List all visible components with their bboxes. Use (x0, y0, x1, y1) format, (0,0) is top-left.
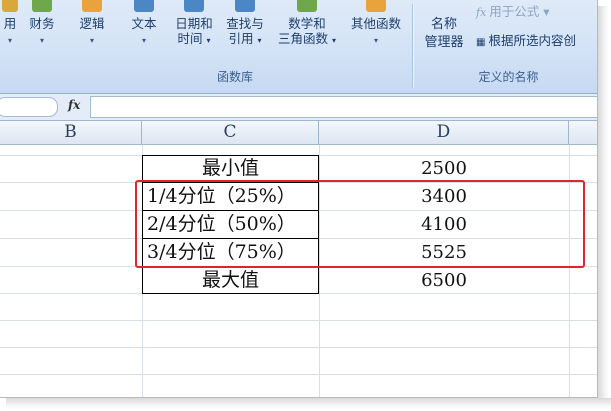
dropdown-arrow-icon: ▾ (206, 36, 211, 45)
cell-d-min[interactable]: 2500 (319, 155, 569, 182)
use-in-formula-icon: fx (476, 6, 487, 19)
column-header-b[interactable]: B (0, 121, 142, 144)
ribbon-button-more-functions[interactable]: 其他函数 ▾ (344, 0, 408, 48)
ribbon-button-label: 文本 (131, 16, 157, 31)
dropdown-arrow-icon: ▾ (141, 36, 146, 45)
group-label-function-library: 函数库 (216, 70, 253, 84)
cell-d-max[interactable]: 6500 (319, 267, 569, 294)
ribbon-button-label: 其他函数 (350, 16, 401, 31)
excel-window: 用 ▾ 财务 ▾ 逻辑 ▾ 文本 ▾ 日期和 时间 ▾ 查找与 引用 ▾ 数学和… (0, 0, 598, 398)
ribbon-button-logical[interactable]: 逻辑 ▾ (74, 0, 110, 48)
ribbon-button-label: 用 (3, 16, 17, 31)
ribbon-button-text[interactable]: 文本 ▾ (126, 0, 162, 48)
cell-c-max[interactable]: 最大值 (142, 267, 319, 294)
text-function-icon (134, 0, 154, 12)
math-icon (297, 0, 317, 12)
ribbon-button-label-line2: 三角函数 (277, 31, 328, 46)
highlight-annotation-box (135, 180, 585, 268)
ribbon-button-lookup-reference[interactable]: 查找与 引用 ▾ (220, 0, 270, 48)
dropdown-arrow-icon: ▾ (39, 36, 44, 45)
name-manager-label-line2: 管理器 (424, 35, 464, 50)
ribbon-button-date-time[interactable]: 日期和 时间 ▾ (170, 0, 218, 48)
function-category-icon (2, 0, 18, 12)
dropdown-arrow-icon: ▾ (7, 36, 12, 45)
ribbon-button-recently-used[interactable]: 用 ▾ (0, 0, 20, 48)
ribbon-button-label: 逻辑 (79, 16, 105, 31)
more-functions-icon (366, 0, 386, 12)
ribbon-button-label-line2: 引用 (228, 31, 254, 46)
formula-bar: fx (0, 94, 597, 121)
column-header-e[interactable] (569, 121, 597, 144)
window-shadow (6, 398, 611, 410)
ribbon-button-label: 数学和 (288, 16, 326, 31)
grid-line (0, 320, 597, 321)
dropdown-arrow-icon: ▾ (257, 36, 262, 45)
use-in-formula-button[interactable]: fx 用于公式 ▾ (476, 1, 550, 20)
dropdown-arrow-icon: ▾ (373, 36, 378, 45)
ribbon-button-financial[interactable]: 财务 ▾ (24, 0, 60, 48)
create-from-selection-button[interactable]: ▦ 根据所选内容创 (476, 30, 576, 49)
name-manager-button[interactable]: 名称 管理器 (420, 16, 468, 52)
create-from-selection-label: 根据所选内容创 (488, 33, 576, 48)
name-box[interactable] (0, 97, 58, 117)
lookup-icon (235, 0, 255, 12)
dropdown-arrow-icon: ▾ (89, 36, 94, 45)
ribbon-button-label: 日期和 (175, 16, 213, 31)
ribbon-button-label: 财务 (29, 16, 55, 31)
ribbon-formulas-tab: 用 ▾ 财务 ▾ 逻辑 ▾ 文本 ▾ 日期和 时间 ▾ 查找与 引用 ▾ 数学和… (0, 0, 597, 94)
create-from-selection-icon: ▦ (476, 37, 486, 48)
group-label-defined-names: 定义的名称 (478, 70, 539, 84)
column-header-d[interactable]: D (319, 121, 569, 144)
column-headers: B C D (0, 121, 597, 145)
grid-line (0, 374, 597, 375)
name-manager-label-line1: 名称 (430, 17, 457, 32)
ribbon-button-label: 查找与 (226, 16, 264, 31)
dropdown-arrow-icon: ▾ (331, 36, 336, 45)
window-shadow (598, 6, 610, 410)
insert-function-button[interactable]: fx (58, 97, 88, 115)
calendar-icon (184, 0, 204, 12)
use-in-formula-label: 用于公式 ▾ (489, 4, 550, 19)
ribbon-button-math-trig[interactable]: 数学和 三角函数 ▾ (271, 0, 343, 48)
grid-line (0, 347, 597, 348)
fx-icon: fx (68, 98, 81, 112)
financial-icon (32, 0, 52, 12)
ribbon-button-label-line2: 时间 (177, 31, 203, 46)
cell-c-min[interactable]: 最小值 (142, 155, 319, 182)
column-header-c[interactable]: C (142, 121, 319, 144)
group-separator (412, 4, 413, 88)
logical-icon (82, 0, 102, 12)
formula-input[interactable] (90, 96, 597, 118)
cell-grid[interactable]: 最小值 2500 1/4分位（25%） 3400 2/4分位（50%） 4100… (0, 145, 597, 397)
